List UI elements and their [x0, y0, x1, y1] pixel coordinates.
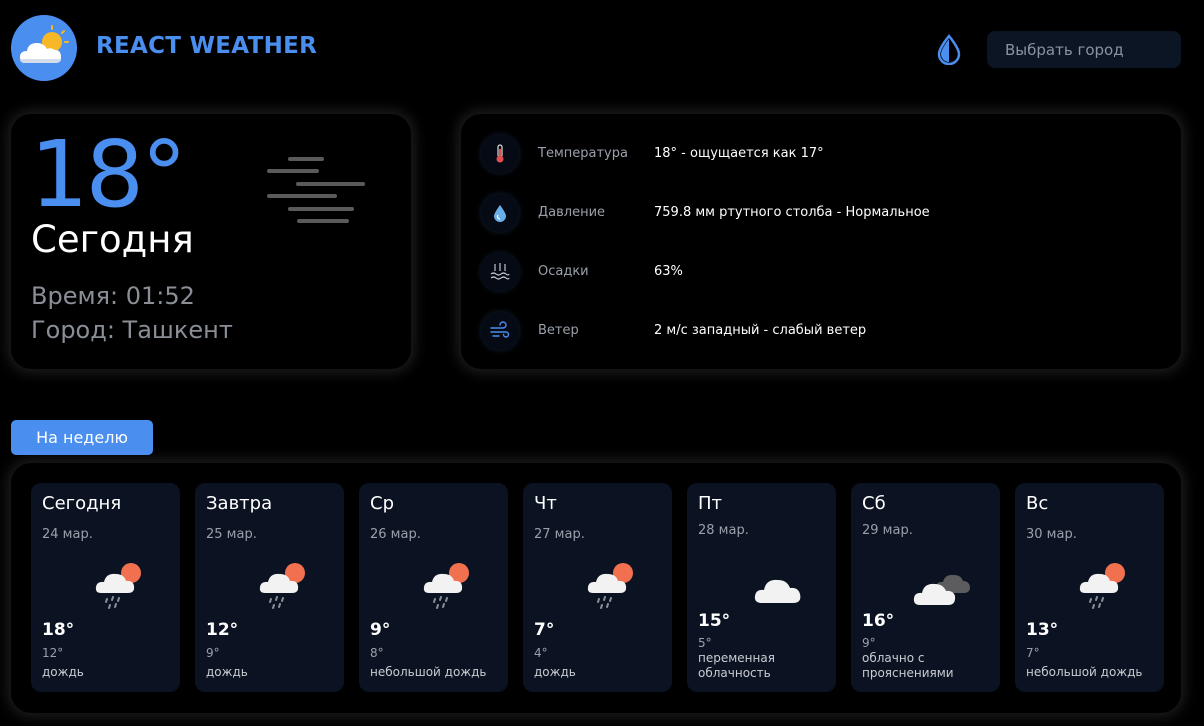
day-min-temp: 12°: [42, 646, 64, 660]
day-min-temp: 9°: [206, 646, 220, 660]
day-min-temp: 5°: [698, 636, 712, 650]
rain-sun-cloud-icon: [257, 557, 317, 611]
droplet-icon[interactable]: [934, 33, 964, 66]
current-time: Время: 01:52: [31, 282, 195, 310]
day-temp: 16°: [862, 611, 895, 631]
day-description: облачно с прояснениями: [862, 651, 954, 680]
day-name: Вс: [1026, 493, 1049, 514]
current-city: Город: Ташкент: [31, 316, 233, 344]
day-description: небольшой дождь: [370, 665, 487, 679]
day-description: небольшой дождь: [1026, 665, 1143, 679]
day-date: 28 мар.: [698, 523, 749, 538]
day-temp: 7°: [534, 620, 555, 640]
rain-sun-cloud-icon: [1077, 557, 1137, 611]
day-temp: 12°: [206, 620, 239, 640]
day-temp: 18°: [42, 620, 75, 640]
app-title: REACT WEATHER: [96, 33, 318, 59]
day-name: Сб: [862, 493, 886, 514]
day-min-temp: 8°: [370, 646, 384, 660]
rain-sun-cloud-icon: [585, 557, 645, 611]
day-min-temp: 9°: [862, 636, 876, 650]
day-date: 26 мар.: [370, 527, 421, 542]
day-card[interactable]: Вс 30 мар. 13° 7° небольшой дождь: [1015, 483, 1164, 692]
detail-row-temperature: Температура 18° - ощущается как 17°: [481, 135, 1161, 175]
detail-row-precipitation: Осадки 63%: [481, 253, 1161, 293]
day-description: переменная облачность: [698, 651, 775, 680]
fog-icon: [257, 154, 369, 226]
weather-details-card: Температура 18° - ощущается как 17° Давл…: [461, 114, 1181, 369]
day-date: 25 мар.: [206, 527, 257, 542]
day-min-temp: 4°: [534, 646, 548, 660]
day-description: дождь: [534, 665, 576, 679]
detail-value: 2 м/с западный - слабый ветер: [654, 323, 867, 338]
day-name: Чт: [534, 493, 557, 514]
week-forecast-panel: Сегодня 24 мар. 18° 12° дождь Завтра 25 …: [11, 463, 1181, 713]
detail-value: 63%: [654, 264, 683, 279]
detail-label: Температура: [538, 146, 628, 161]
day-card[interactable]: Чт 27 мар. 7° 4° дождь: [523, 483, 672, 692]
pressure-drop-icon: [481, 194, 519, 232]
day-name: Ср: [370, 493, 394, 514]
header: REACT WEATHER: [0, 0, 1204, 96]
rain-sun-cloud-icon: [93, 557, 153, 611]
two-clouds-icon: [913, 561, 973, 615]
current-temperature: 18°: [30, 121, 187, 228]
day-min-temp: 7°: [1026, 646, 1040, 660]
day-card[interactable]: Ср 26 мар. 9° 8° небольшой дождь: [359, 483, 508, 692]
day-description: дождь: [42, 665, 84, 679]
today-label: Сегодня: [31, 218, 194, 261]
week-tab-button[interactable]: На неделю: [11, 420, 153, 455]
thermometer-icon: [481, 135, 519, 173]
detail-value: 759.8 мм ртутного столба - Нормальное: [654, 205, 930, 220]
city-search-input[interactable]: [987, 31, 1181, 68]
wind-icon: [481, 312, 519, 350]
day-temp: 13°: [1026, 620, 1059, 640]
day-date: 24 мар.: [42, 527, 93, 542]
day-card[interactable]: Сегодня 24 мар. 18° 12° дождь: [31, 483, 180, 692]
cloud-icon: [749, 561, 809, 615]
precipitation-icon: [481, 253, 519, 291]
detail-value: 18° - ощущается как 17°: [654, 146, 824, 161]
day-temp: 15°: [698, 611, 731, 631]
day-description: дождь: [206, 665, 248, 679]
day-card[interactable]: Пт 28 мар. 15° 5° переменная облачность: [687, 483, 836, 692]
day-date: 30 мар.: [1026, 527, 1077, 542]
rain-sun-cloud-icon: [421, 557, 481, 611]
day-temp: 9°: [370, 620, 391, 640]
detail-row-wind: Ветер 2 м/с западный - слабый ветер: [481, 312, 1161, 352]
day-card[interactable]: Завтра 25 мар. 12° 9° дождь: [195, 483, 344, 692]
day-name: Сегодня: [42, 493, 122, 514]
detail-label: Давление: [538, 205, 606, 220]
cloud-sun-icon[interactable]: [11, 15, 77, 81]
detail-label: Ветер: [538, 323, 579, 338]
detail-row-pressure: Давление 759.8 мм ртутного столба - Норм…: [481, 194, 1161, 234]
day-date: 27 мар.: [534, 527, 585, 542]
day-card[interactable]: Сб 29 мар. 16° 9° облачно с прояснениями: [851, 483, 1000, 692]
detail-label: Осадки: [538, 264, 589, 279]
day-date: 29 мар.: [862, 523, 913, 538]
day-name: Завтра: [206, 493, 273, 514]
today-card: 18° Сегодня Время: 01:52 Город: Ташкент: [11, 114, 411, 369]
day-name: Пт: [698, 493, 723, 514]
